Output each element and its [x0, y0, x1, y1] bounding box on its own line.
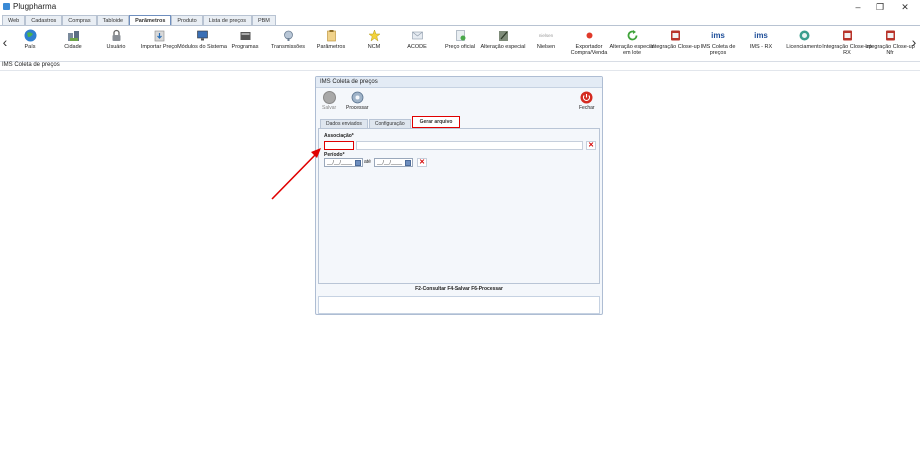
nielsen-icon: nielsen [538, 32, 554, 38]
globe-icon [23, 28, 37, 42]
ribbon-scroll-right-button[interactable]: › [909, 34, 919, 50]
menu-tab-pbm[interactable]: PBM [251, 15, 276, 25]
close-dialog-button[interactable]: Fechar [579, 91, 595, 111]
save-icon [322, 91, 336, 104]
monitor-icon [195, 28, 209, 42]
clipboard-icon [324, 28, 338, 42]
clear-association-button[interactable]: ✕ [586, 141, 596, 150]
closeup-icon [668, 28, 682, 42]
date-to-input[interactable]: __/__/____ [374, 158, 413, 167]
date-from-input[interactable]: __/__/____ [324, 158, 363, 167]
association-name-field [356, 141, 583, 150]
process-button[interactable]: Processar [346, 91, 369, 111]
gerar-arquivo-panel: Associação* ✕ Período* __/__/____ até __… [318, 128, 600, 284]
menu-tab-cadastros[interactable]: Cadastros [25, 15, 63, 25]
closeup-rx-icon [840, 28, 854, 42]
power-icon [580, 91, 593, 104]
ribbon-toolbar: ‹ País Cidade Usuário Importar Preço Mód… [0, 25, 920, 62]
menu-tab-compras[interactable]: Compras [62, 15, 97, 25]
dialog-tabs: Dados enviados Configuração Gerar arquiv… [320, 116, 461, 128]
app-icon [3, 3, 10, 10]
satellite-icon [281, 28, 295, 42]
menu-tab-web[interactable]: Web [2, 15, 26, 25]
association-label: Associação* [324, 133, 354, 139]
calendar-icon[interactable] [405, 160, 411, 166]
ims-rx-icon: ims [754, 30, 768, 40]
menu-tab-lista-de-precos[interactable]: Lista de preços [202, 15, 252, 25]
export-icon [582, 28, 596, 42]
calendar-icon[interactable] [355, 160, 361, 166]
closeup-nfr-icon [883, 28, 897, 42]
ims-icon: ims [711, 30, 725, 40]
edit-icon [496, 28, 510, 42]
menu-tab-tabloide[interactable]: Tabloide [96, 15, 130, 25]
date-separator: até [364, 159, 371, 165]
save-button[interactable]: Salvar [322, 91, 336, 111]
license-icon [797, 28, 811, 42]
menu-tab-produto[interactable]: Produto [171, 15, 203, 25]
envelope-icon [410, 28, 424, 42]
ribbon-items: País Cidade Usuário Importar Preço Módul… [11, 26, 915, 63]
minimize-button[interactable]: – [846, 0, 870, 14]
breadcrumb[interactable]: IMS Coleta de preços [2, 62, 60, 68]
clear-period-button[interactable]: ✕ [417, 158, 427, 167]
association-code-input[interactable] [324, 141, 354, 150]
tab-configuracao[interactable]: Configuração [368, 119, 411, 128]
tab-gerar-arquivo[interactable]: Gerar arquivo [411, 116, 461, 128]
import-icon [152, 28, 166, 42]
breadcrumb-divider [0, 70, 920, 71]
menu-tab-parametros[interactable]: Parâmetros [129, 15, 172, 25]
dialog-title: IMS Coleta de preços [320, 79, 378, 85]
star-icon [367, 28, 381, 42]
title-bar: Plugpharma – ❐ ✕ [0, 0, 920, 14]
ribbon-item-integracao-close-up-nfr[interactable]: Integração Close-up Nfr [865, 27, 915, 62]
refresh-icon [625, 28, 639, 42]
window-title: Plugpharma [13, 2, 57, 11]
menu-tabs: Web Cadastros Compras Tabloide Parâmetro… [2, 15, 276, 25]
maximize-button[interactable]: ❐ [868, 0, 892, 14]
city-icon [66, 28, 80, 42]
shortcut-hints: F2-Consultar F4-Salvar F6-Processar [415, 286, 503, 292]
dialog-status-area [318, 296, 600, 314]
dialog-title-bar: IMS Coleta de preços [316, 77, 602, 88]
document-icon [453, 28, 467, 42]
ims-coleta-dialog: IMS Coleta de preços Salvar Processar Fe… [315, 76, 603, 315]
close-window-button[interactable]: ✕ [893, 0, 917, 14]
gear-icon [351, 91, 364, 104]
tab-dados-enviados[interactable]: Dados enviados [320, 119, 368, 128]
lock-icon [109, 28, 123, 42]
programs-icon [238, 28, 252, 42]
